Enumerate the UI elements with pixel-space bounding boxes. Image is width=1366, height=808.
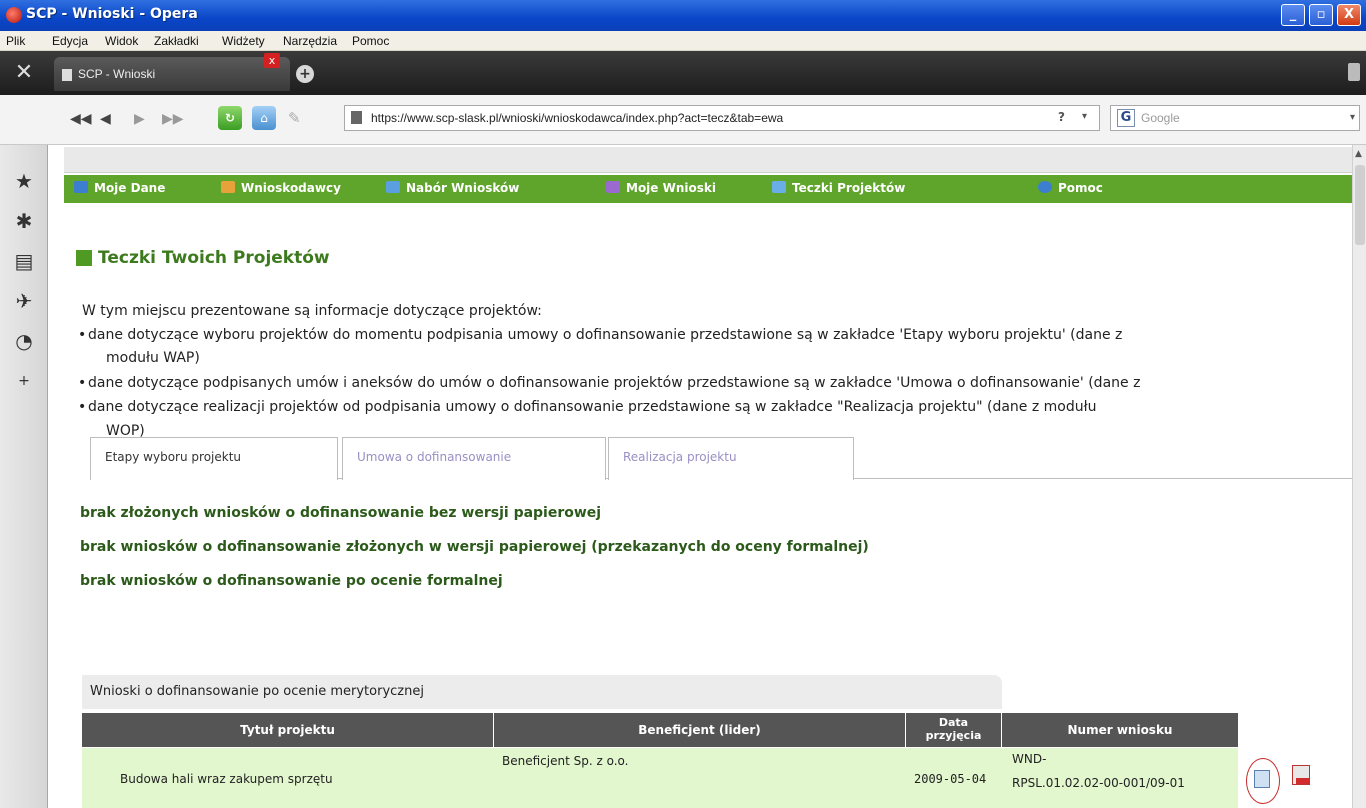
people-icon — [221, 181, 235, 193]
project-title-cell: Budowa hali wraz zakupem sprzętu — [120, 772, 333, 786]
application-number-line: WND- — [1012, 752, 1047, 766]
address-url[interactable]: https://www.scp-slask.pl/wnioski/wniosko… — [371, 111, 783, 125]
status-message: brak wniosków o dofinansowanie złożonych… — [80, 539, 869, 555]
back-icon[interactable]: ◀ — [100, 111, 111, 127]
column-header-title: Tytuł projektu — [82, 713, 494, 747]
application-number-line: RPSL.01.02.02-00-001/09-01 — [1012, 776, 1185, 790]
info-bullet: • dane dotyczące realizacji projektów od … — [78, 399, 1097, 415]
pdf-download-button[interactable] — [1292, 765, 1310, 785]
menu-plik[interactable]: Plik — [6, 34, 25, 48]
column-header-date: Data przyjęcia — [906, 713, 1002, 747]
table-caption: Wnioski o dofinansowanie po ocenie meryt… — [82, 675, 1002, 709]
history-clock-icon[interactable]: ◔ — [12, 329, 36, 353]
user-card-icon — [74, 181, 88, 193]
menu-widzety[interactable]: Widżety — [222, 34, 265, 48]
reload-icon[interactable]: ↻ — [218, 106, 242, 130]
side-panel: ★ ✱ ▤ ✈ ◔ + — [0, 145, 48, 808]
trash-icon[interactable] — [1348, 63, 1360, 81]
maximize-button[interactable]: ▫ — [1309, 4, 1333, 26]
minimize-button[interactable]: _ — [1281, 4, 1305, 26]
menu-widok[interactable]: Widok — [105, 34, 138, 48]
help-icon[interactable]: ? — [1058, 110, 1065, 124]
help-icon — [1038, 181, 1052, 193]
edit-icon[interactable]: ✎ — [288, 109, 301, 127]
feeds-satellite-icon[interactable]: ✈ — [12, 289, 36, 313]
magnifier-document-icon — [1254, 770, 1270, 788]
messages-icon[interactable]: ▤ — [12, 249, 36, 273]
title-marker — [76, 250, 92, 266]
address-dropdown-icon[interactable]: ▾ — [1082, 111, 1087, 122]
browser-tab-label: SCP - Wnioski — [78, 67, 156, 81]
nav-wnioskodawcy[interactable]: Wnioskodawcy — [221, 181, 341, 195]
page-icon — [62, 69, 72, 81]
close-window-button[interactable]: X — [1337, 4, 1361, 26]
add-panel-icon[interactable]: + — [12, 369, 36, 393]
home-icon[interactable]: ⌂ — [252, 106, 276, 130]
nav-nabor-wnioskow[interactable]: Nabór Wniosków — [386, 181, 519, 195]
table-header: Tytuł projektu Beneficjent (lider) Data … — [82, 713, 1238, 747]
window-title-bar: SCP - Wnioski - Opera _ ▫ X — [0, 0, 1366, 31]
tab-realizacja-projektu[interactable]: Realizacja projektu — [608, 437, 854, 480]
site-header-strip — [64, 147, 1352, 173]
preview-button[interactable] — [1246, 758, 1280, 804]
info-bullet-continuation: modułu WAP) — [106, 350, 200, 366]
menu-edycja[interactable]: Edycja — [52, 34, 88, 48]
status-message: brak złożonych wniosków o dofinansowanie… — [80, 505, 602, 521]
google-icon[interactable]: G — [1117, 109, 1135, 127]
page-title: Teczki Twoich Projektów — [98, 248, 330, 268]
info-bullet: • dane dotyczące wyboru projektów do mome… — [78, 327, 1123, 343]
menu-pomoc[interactable]: Pomoc — [352, 34, 389, 48]
window-title: SCP - Wnioski - Opera — [26, 6, 198, 22]
pdf-icon — [1296, 778, 1310, 784]
navigation-bar: ◀◀ ◀ ▶ ▶▶ ↻ ⌂ ✎ https://www.scp-slask.pl… — [0, 95, 1366, 145]
close-tab-button[interactable]: x — [264, 53, 280, 68]
column-header-beneficiary: Beneficjent (lider) — [494, 713, 906, 747]
nav-pomoc[interactable]: Pomoc — [1038, 181, 1103, 195]
scroll-thumb[interactable] — [1355, 165, 1365, 245]
browser-tab[interactable]: SCP - Wnioski — [54, 57, 290, 91]
tools-icon[interactable]: ✕ — [0, 51, 48, 95]
intro-text: W tym miejscu prezentowane są informacje… — [82, 303, 542, 319]
forward-icon[interactable]: ▶ — [134, 111, 145, 127]
address-bar[interactable]: https://www.scp-slask.pl/wnioski/wniosko… — [344, 105, 1100, 131]
menu-zakladki[interactable]: Zakładki — [154, 34, 199, 48]
tab-umowa-o-dofinansowanie[interactable]: Umowa o dofinansowanie — [342, 437, 606, 480]
folder-icon — [386, 181, 400, 193]
table-row: Budowa hali wraz zakupem sprzętu Benefic… — [82, 748, 1238, 808]
status-message: brak wniosków o dofinansowanie po ocenie… — [80, 573, 503, 589]
menu-bar: Plik Edycja Widok Zakładki Widżety Narzę… — [0, 31, 1366, 51]
folder-icon — [772, 181, 786, 193]
date-cell: 2009-05-04 — [914, 772, 987, 786]
browser-tab-bar: ✕ SCP - Wnioski x + — [0, 51, 1366, 95]
scroll-up-icon[interactable]: ▲ — [1355, 149, 1362, 159]
new-tab-button[interactable]: + — [296, 65, 314, 83]
nav-moje-wnioski[interactable]: Moje Wnioski — [606, 181, 716, 195]
search-dropdown-icon[interactable]: ▾ — [1350, 112, 1355, 123]
page-info-icon[interactable] — [351, 111, 362, 124]
column-header-number: Numer wniosku — [1002, 713, 1238, 747]
web-page: Moje Dane Wnioskodawcy Nabór Wniosków Mo… — [48, 145, 1352, 808]
info-bullet: • dane dotyczące podpisanych umów i aneks… — [78, 375, 1141, 391]
menu-narzedzia[interactable]: Narzędzia — [283, 34, 337, 48]
nav-moje-dane[interactable]: Moje Dane — [74, 181, 165, 195]
search-placeholder[interactable]: Google — [1141, 111, 1180, 125]
vertical-scrollbar[interactable]: ▲ — [1352, 145, 1366, 808]
document-edit-icon — [606, 181, 620, 193]
opera-logo-icon — [6, 7, 22, 23]
tab-etapy-wyboru-projektu[interactable]: Etapy wyboru projektu — [90, 437, 338, 480]
project-tabs: Etapy wyboru projektu Umowa o dofinansow… — [90, 437, 1352, 480]
search-input[interactable]: G Google ▾ — [1110, 105, 1360, 131]
nav-teczki-projektow[interactable]: Teczki Projektów — [772, 181, 905, 195]
beneficiary-cell: Beneficjent Sp. z o.o. — [502, 754, 629, 768]
rewind-icon[interactable]: ◀◀ — [70, 111, 92, 127]
settings-gear-icon[interactable]: ✱ — [12, 209, 36, 233]
fast-forward-icon[interactable]: ▶▶ — [162, 111, 184, 127]
bookmarks-star-icon[interactable]: ★ — [12, 169, 36, 193]
site-navigation: Moje Dane Wnioskodawcy Nabór Wniosków Mo… — [64, 175, 1352, 203]
